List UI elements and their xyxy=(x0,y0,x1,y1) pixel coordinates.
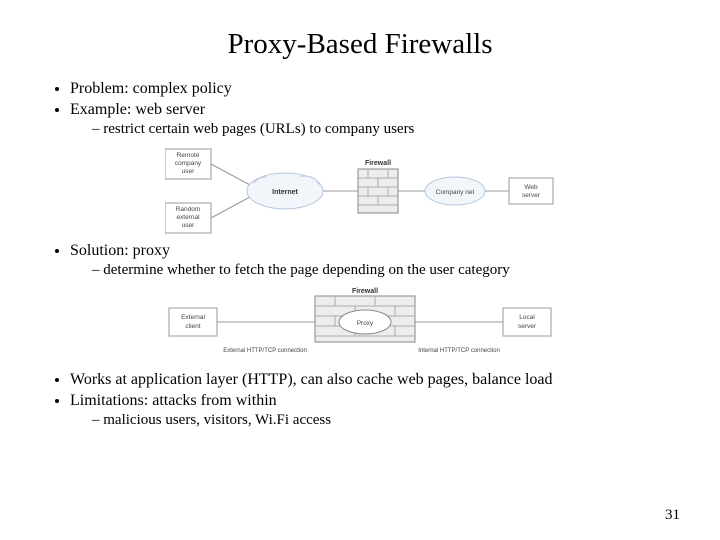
label-firewall: Firewall xyxy=(365,160,391,167)
bullet-limitations-sub: malicious users, visitors, Wi.Fi access xyxy=(92,411,684,430)
svg-text:user: user xyxy=(182,168,195,175)
svg-text:company: company xyxy=(175,160,202,167)
firewall-proxy-icon: Firewall Proxy xyxy=(315,288,415,342)
bullet-example: Example: web server restrict certain web… xyxy=(70,100,684,139)
label-local-server: Local xyxy=(519,314,535,321)
label-external-client: External xyxy=(181,314,205,321)
label-proxy: Proxy xyxy=(357,320,374,327)
slide-title: Proxy-Based Firewalls xyxy=(36,28,684,61)
label-internet: Internet xyxy=(272,189,298,196)
bullet-list: Problem: complex policy Example: web ser… xyxy=(36,79,684,139)
label-ext-conn: External HTTP/TCP connection xyxy=(223,348,307,354)
label-company-net: Company net xyxy=(436,189,475,196)
label-firewall2: Firewall xyxy=(352,288,378,295)
diagram-solution: External client External HTTP/TCP connec… xyxy=(36,286,684,364)
bullet-solution-sub: determine whether to fetch the page depe… xyxy=(92,261,684,280)
svg-text:server: server xyxy=(522,192,541,199)
page-number: 31 xyxy=(665,507,680,524)
diagram-problem: Remote company user Random external user… xyxy=(36,145,684,235)
bullet-solution-text: Solution: proxy xyxy=(70,242,170,259)
bullet-example-sub: restrict certain web pages (URLs) to com… xyxy=(92,120,684,139)
bullet-solution: Solution: proxy determine whether to fet… xyxy=(70,241,684,280)
label-remote-user: Remote xyxy=(177,152,200,159)
firewall-icon: Firewall xyxy=(358,160,398,213)
bullet-limitations-text: Limitations: attacks from within xyxy=(70,392,277,409)
svg-text:external: external xyxy=(176,214,200,221)
company-net-icon: Company net xyxy=(425,177,485,205)
svg-text:server: server xyxy=(518,323,537,330)
bullet-list-2: Solution: proxy determine whether to fet… xyxy=(36,241,684,280)
bullet-problem: Problem: complex policy xyxy=(70,79,684,99)
svg-text:user: user xyxy=(182,222,195,229)
bullet-works: Works at application layer (HTTP), can a… xyxy=(70,370,684,390)
bullet-example-text: Example: web server xyxy=(70,101,205,118)
bullet-list-3: Works at application layer (HTTP), can a… xyxy=(36,370,684,430)
label-web-server: Web xyxy=(524,184,538,191)
label-int-conn: Internal HTTP/TCP connection xyxy=(418,348,500,354)
cloud-icon: Internet xyxy=(247,173,323,209)
svg-text:client: client xyxy=(185,323,200,330)
bullet-limitations: Limitations: attacks from within malicio… xyxy=(70,391,684,430)
label-random-user: Random xyxy=(176,206,201,213)
